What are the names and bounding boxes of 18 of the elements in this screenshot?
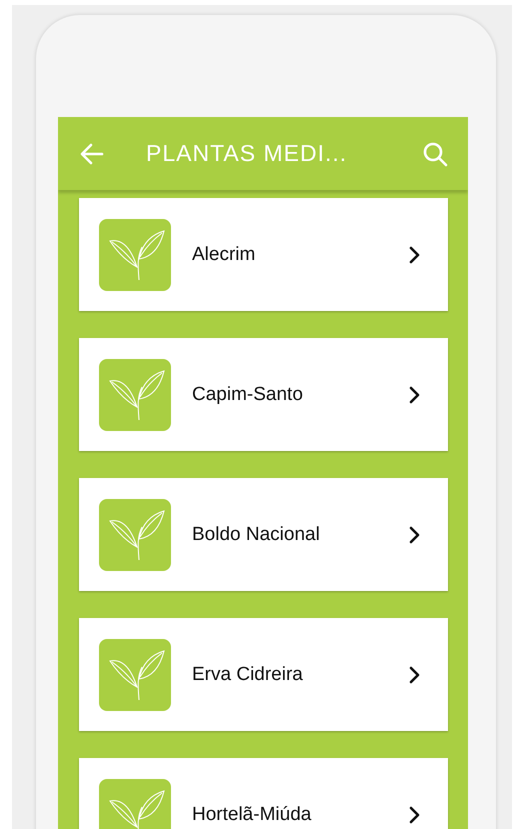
plant-list-item[interactable]: Hortelã-Miúda [79,758,448,829]
search-button[interactable] [422,140,448,166]
plant-name: Erva Cidreira [192,664,304,686]
chevron-right-icon [409,246,420,264]
screen-title: PLANTAS MEDI... [146,140,348,167]
chevron-right-icon [409,526,420,544]
plant-name: Boldo Nacional [192,524,321,546]
chevron-right-icon [409,806,420,824]
plant-list-item[interactable]: Erva Cidreira [79,618,448,731]
chevron-right-icon [409,386,420,404]
back-button[interactable] [80,142,104,164]
plant-list-item[interactable]: Alecrim [79,198,448,311]
chevron-right-icon [409,666,420,684]
plant-name: Alecrim [192,244,256,266]
plant-name: Capim-Santo [192,384,304,406]
plant-list-item[interactable]: Capim-Santo [79,338,448,451]
plant-list-item[interactable]: Boldo Nacional [79,478,448,591]
plant-name: Hortelã-Miúda [192,804,312,826]
